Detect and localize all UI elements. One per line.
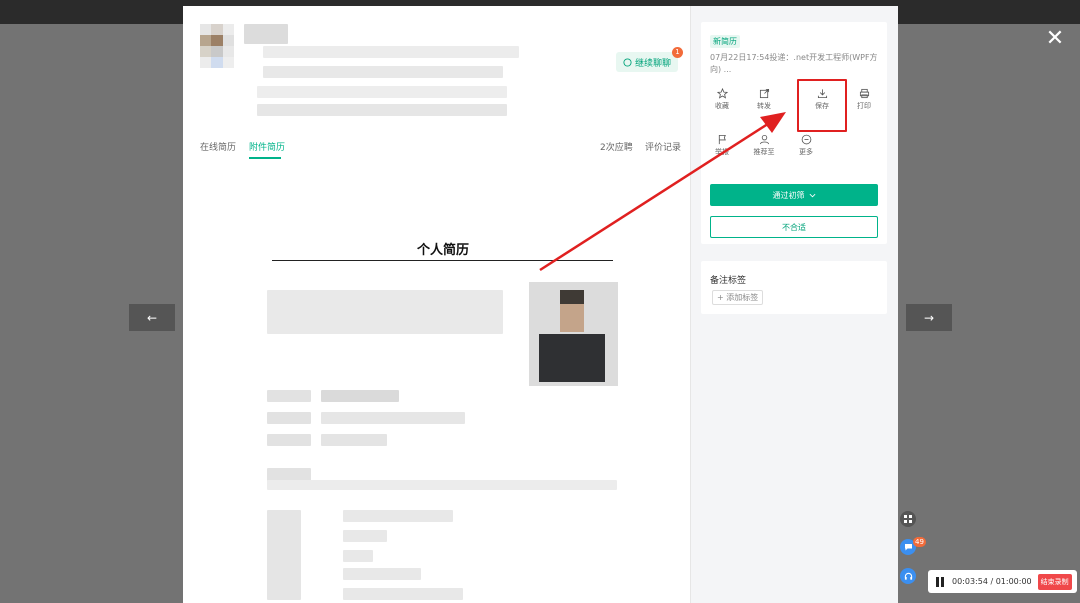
resume-text-blurred xyxy=(267,510,301,600)
candidate-info-blurred xyxy=(263,46,519,58)
resume-text-blurred xyxy=(343,530,387,542)
resume-text-blurred xyxy=(321,412,465,424)
resume-text-blurred xyxy=(343,588,463,600)
resume-title-divider xyxy=(272,260,613,261)
favorite-label: 收藏 xyxy=(715,102,729,110)
forward-button[interactable]: 转发 xyxy=(749,88,779,111)
tab-online-resume[interactable]: 在线简历 xyxy=(200,140,236,153)
not-suitable-button[interactable]: 不合适 xyxy=(710,216,878,238)
note-tag-card: 备注标签 + 添加标签 xyxy=(701,261,887,314)
headset-icon xyxy=(904,572,912,580)
resume-text-blurred xyxy=(343,568,421,580)
tab-attachment-resume[interactable]: 附件简历 xyxy=(249,140,285,153)
resume-section-rule-blurred xyxy=(267,480,617,490)
new-resume-tag: 新简历 xyxy=(710,35,740,48)
candidate-photo xyxy=(529,282,618,386)
report-label: 举报 xyxy=(715,148,729,156)
continue-chat-button[interactable]: 继续聊聊 xyxy=(616,52,678,72)
report-button[interactable]: 举报 xyxy=(707,134,737,157)
resume-text-blurred xyxy=(267,434,311,446)
message-icon xyxy=(904,544,912,551)
resume-text-blurred xyxy=(267,412,311,424)
print-button[interactable]: 打印 xyxy=(849,88,879,111)
pass-screening-label: 通过初筛 xyxy=(772,190,805,200)
report-icon xyxy=(718,134,726,145)
more-icon xyxy=(801,134,811,145)
resume-text-blurred xyxy=(267,290,503,334)
resume-text-blurred xyxy=(321,390,399,402)
next-arrow-button[interactable]: → xyxy=(906,304,952,331)
resume-modal: 继续聊聊 1 在线简历 附件简历 2次应聘 评价记录 个人简历 新简历 07月2… xyxy=(183,6,898,603)
candidate-info-blurred xyxy=(257,86,507,98)
messages-badge: 49 xyxy=(913,537,926,547)
resume-action-card: 新简历 07月22日17:54投递：.net开发工程师(WPF方向) ... 收… xyxy=(701,22,887,244)
qr-code-button[interactable] xyxy=(900,511,916,527)
pause-icon[interactable] xyxy=(936,576,946,587)
screen-recorder-bar: 00:03:54 / 01:00:00 结束录制 xyxy=(928,570,1077,593)
pass-screening-button[interactable]: 通过初筛 xyxy=(710,184,878,206)
candidate-name-blurred xyxy=(244,24,288,44)
qr-code-icon xyxy=(904,515,912,523)
resume-text-blurred xyxy=(267,390,311,402)
resume-text-blurred xyxy=(343,550,373,562)
print-label: 打印 xyxy=(857,102,871,110)
chat-badge: 1 xyxy=(672,47,683,58)
support-button[interactable] xyxy=(900,568,916,584)
favorite-button[interactable]: 收藏 xyxy=(707,88,737,111)
candidate-info-blurred xyxy=(257,104,507,116)
candidate-info-blurred xyxy=(263,66,503,78)
recommend-button[interactable]: 推荐至 xyxy=(749,134,779,157)
stop-recording-button[interactable]: 结束录制 xyxy=(1037,573,1072,590)
forward-label: 转发 xyxy=(757,102,771,110)
save-highlight-box xyxy=(797,79,847,132)
resume-title: 个人简历 xyxy=(416,243,469,258)
application-info: 07月22日17:54投递：.net开发工程师(WPF方向) ... xyxy=(710,53,878,74)
more-label: 更多 xyxy=(799,148,813,156)
continue-chat-label: 继续聊聊 xyxy=(634,58,671,69)
chat-icon xyxy=(623,57,632,67)
previous-arrow-button[interactable]: ← xyxy=(129,304,175,331)
resume-pane: 继续聊聊 1 在线简历 附件简历 2次应聘 评价记录 个人简历 xyxy=(183,6,690,603)
tab-apply-count[interactable]: 2次应聘 xyxy=(600,140,633,153)
star-icon xyxy=(716,88,728,99)
print-icon xyxy=(859,88,869,99)
active-tab-indicator xyxy=(249,157,281,159)
tab-evaluation[interactable]: 评价记录 xyxy=(645,140,681,153)
recommend-icon xyxy=(759,134,769,145)
action-sidebar: 新简历 07月22日17:54投递：.net开发工程师(WPF方向) ... 收… xyxy=(690,6,898,603)
more-button[interactable]: 更多 xyxy=(791,134,821,157)
resume-text-blurred xyxy=(343,510,453,522)
recommend-label: 推荐至 xyxy=(753,148,775,156)
recording-time: 00:03:54 / 01:00:00 xyxy=(952,577,1032,586)
chevron-down-icon xyxy=(809,193,815,197)
share-icon xyxy=(759,88,769,99)
candidate-avatar xyxy=(200,24,234,68)
note-tag-title: 备注标签 xyxy=(710,276,747,286)
resume-text-blurred xyxy=(321,434,387,446)
close-icon[interactable]: ✕ xyxy=(1044,28,1066,50)
add-tag-button[interactable]: + 添加标签 xyxy=(712,290,764,305)
